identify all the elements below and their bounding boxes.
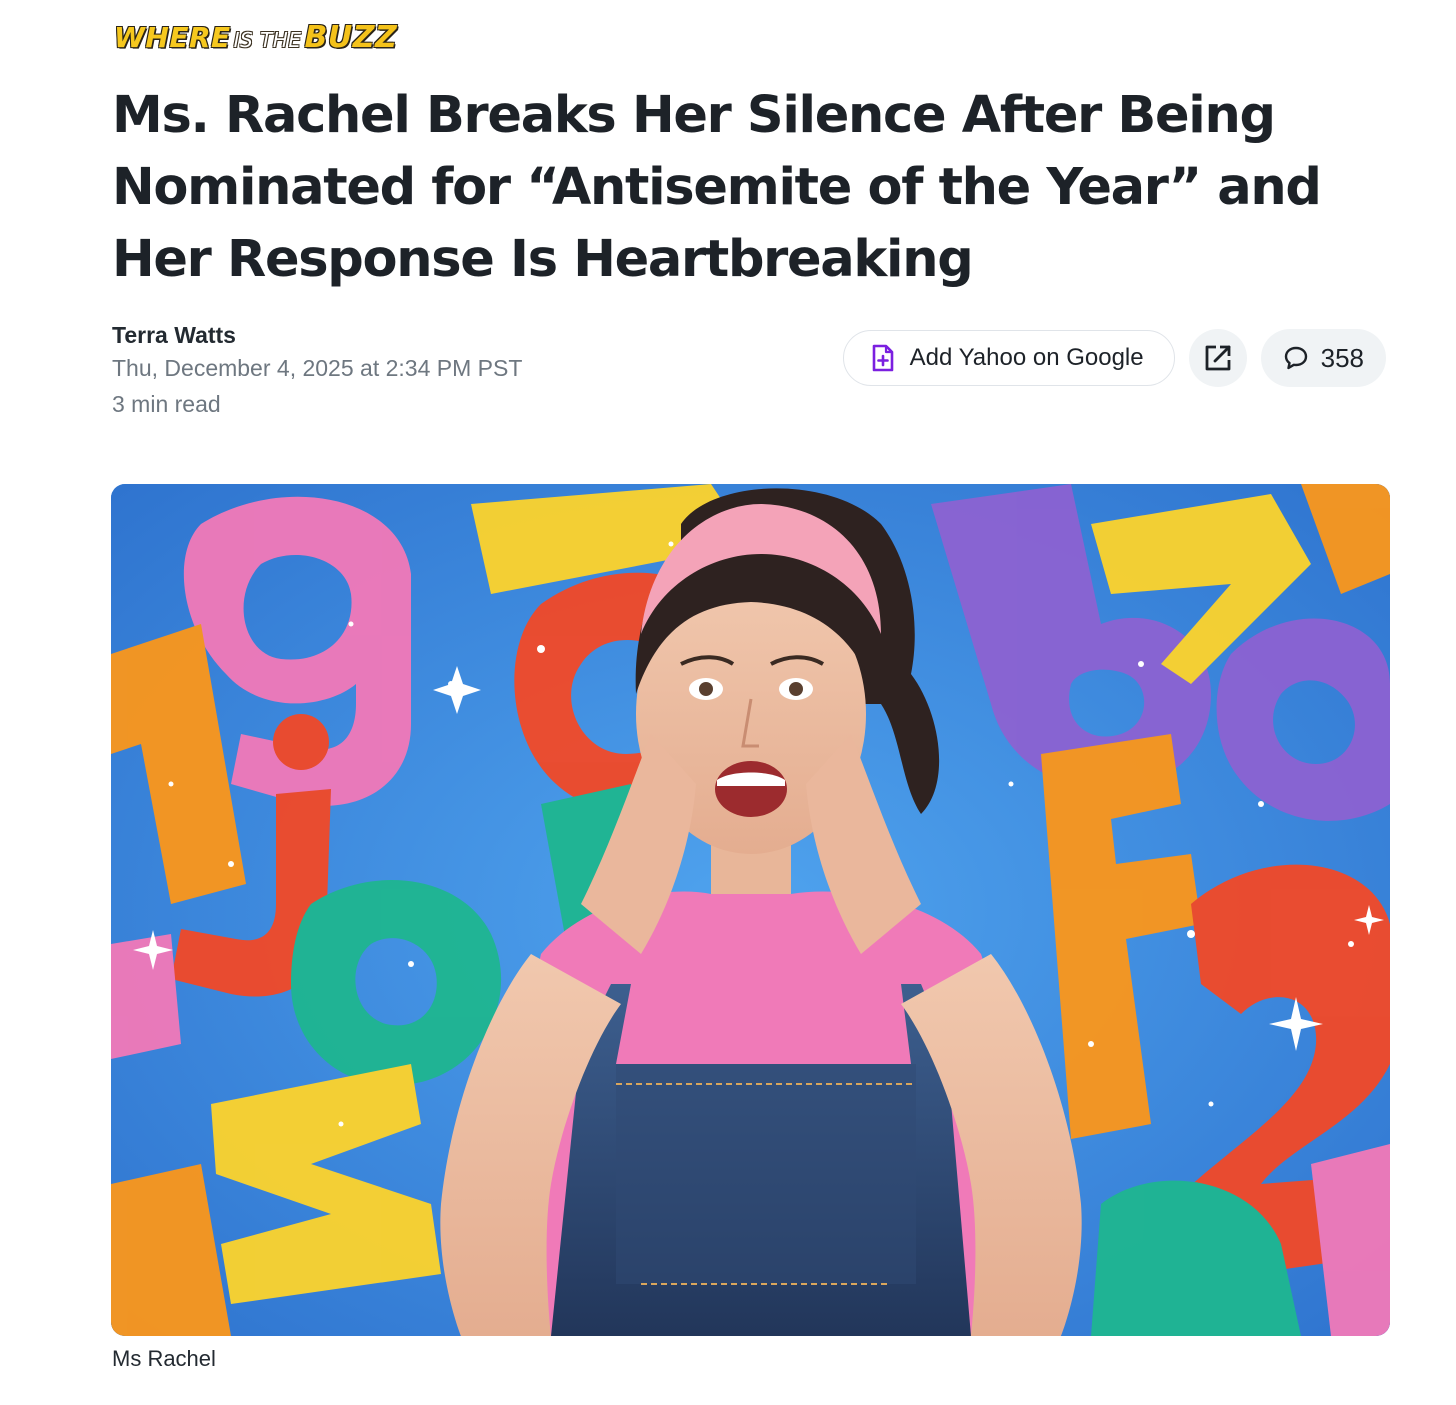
article-actions: Add Yahoo on Google 358 bbox=[842, 329, 1386, 387]
share-button[interactable] bbox=[1188, 329, 1247, 387]
read-time: 3 min read bbox=[112, 391, 221, 417]
logo-word-where: WHERE bbox=[114, 21, 231, 54]
comments-button[interactable]: 358 bbox=[1260, 329, 1386, 387]
hero-image[interactable] bbox=[111, 484, 1390, 1336]
hero-illustration bbox=[111, 484, 1390, 1336]
publisher-logo[interactable]: WHERE IS THE BUZZ bbox=[114, 20, 397, 60]
comment-count: 358 bbox=[1320, 342, 1364, 373]
speech-bubble-icon bbox=[1283, 345, 1309, 371]
hero-caption: Ms Rachel bbox=[112, 1346, 216, 1371]
add-yahoo-on-google-button[interactable]: Add Yahoo on Google bbox=[842, 330, 1175, 386]
logo-word-is-the: IS THE bbox=[233, 28, 302, 52]
external-link-icon bbox=[1204, 344, 1232, 372]
byline: Terra Watts Thu, December 4, 2025 at 2:3… bbox=[112, 320, 522, 422]
add-yahoo-on-google-label: Add Yahoo on Google bbox=[909, 344, 1144, 371]
logo-word-buzz: BUZZ bbox=[304, 20, 398, 55]
publish-date: Thu, December 4, 2025 at 2:34 PM PST bbox=[112, 355, 523, 381]
author-name[interactable]: Terra Watts bbox=[112, 320, 522, 350]
document-plus-icon bbox=[872, 344, 894, 372]
article-title: Ms. Rachel Breaks Her Silence After Bein… bbox=[112, 86, 1322, 289]
